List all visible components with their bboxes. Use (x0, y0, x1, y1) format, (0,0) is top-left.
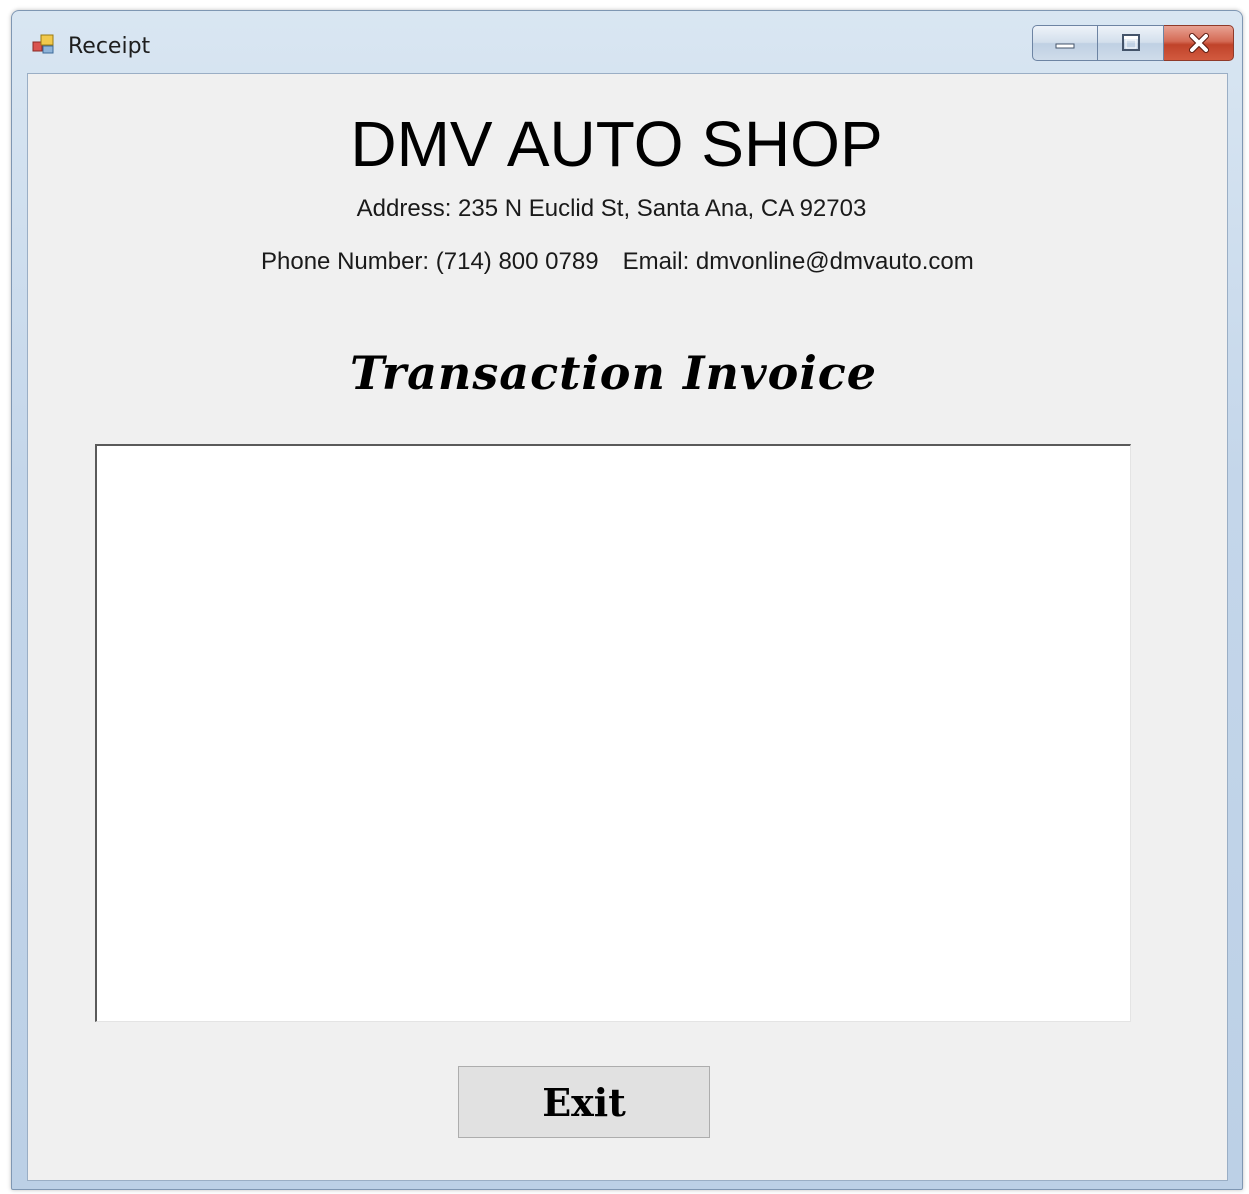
shop-email: Email: dmvonline@dmvauto.com (622, 248, 974, 275)
minimize-button[interactable] (1032, 25, 1098, 61)
title-bar[interactable]: Receipt (12, 11, 1242, 73)
shop-phone: Phone Number: (714) 800 0789 (261, 248, 599, 275)
invoice-heading: Transaction Invoice (350, 346, 878, 400)
shop-address: Address: 235 N Euclid St, Santa Ana, CA … (28, 194, 1229, 224)
receipt-window: Receipt DMV AUTO SHOP Address: 235 N Euc… (11, 10, 1243, 1190)
form-client-area: DMV AUTO SHOP Address: 235 N Euclid St, … (27, 73, 1228, 1181)
caption-buttons (1032, 25, 1234, 65)
minimize-icon (1055, 43, 1075, 49)
maximize-icon (1121, 34, 1140, 51)
invoice-text-area[interactable] (95, 444, 1131, 1022)
close-icon (1188, 33, 1209, 53)
maximize-button[interactable] (1098, 25, 1164, 61)
shop-contact: Phone Number: (714) 800 0789 Email: dmvon… (261, 247, 974, 277)
app-form-icon (32, 34, 54, 54)
window-title: Receipt (68, 34, 151, 59)
shop-address-text: Address: 235 N Euclid St, Santa Ana, CA … (356, 195, 867, 222)
shop-name-text: DMV AUTO SHOP (350, 108, 883, 180)
shop-name: DMV AUTO SHOP (28, 106, 1229, 182)
close-button[interactable] (1164, 25, 1234, 61)
exit-button[interactable]: Exit (458, 1066, 710, 1138)
